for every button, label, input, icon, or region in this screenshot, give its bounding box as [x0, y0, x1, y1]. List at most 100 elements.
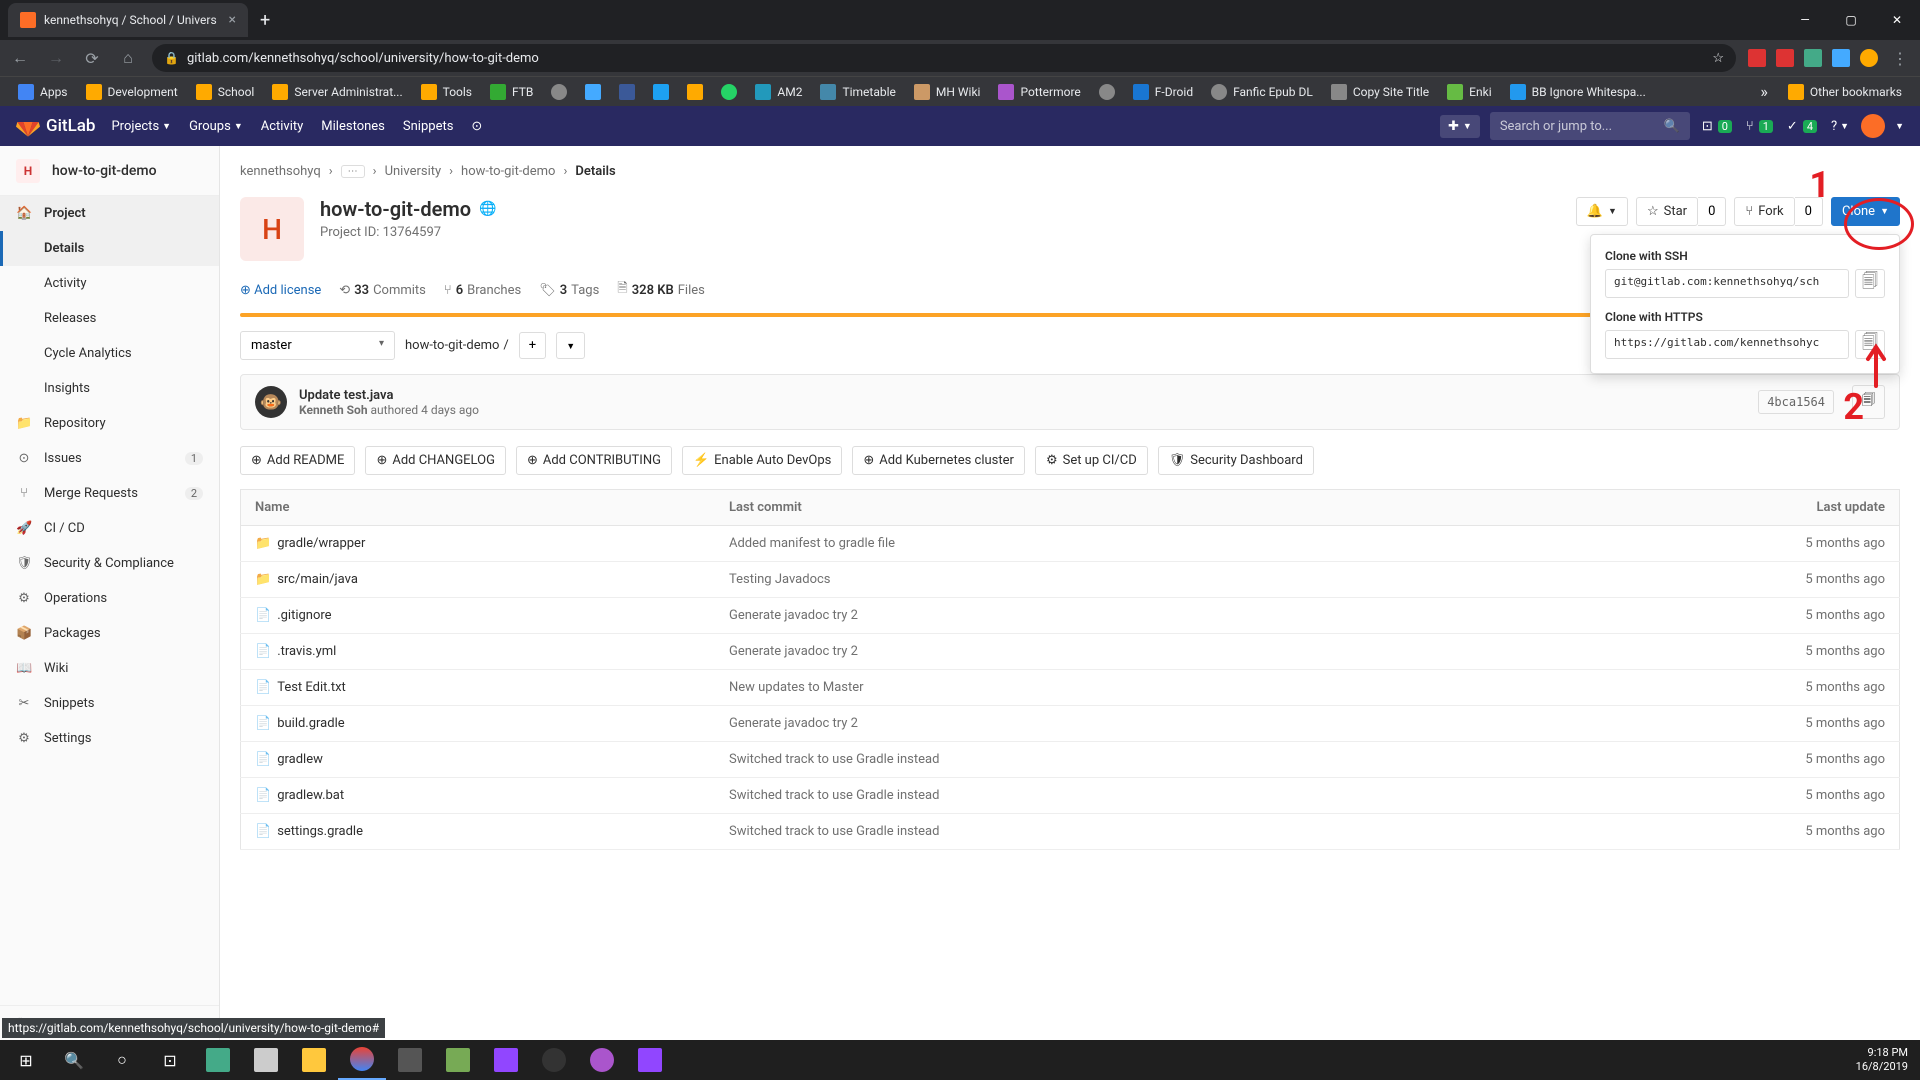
nav-projects[interactable]: Projects▼	[109, 115, 173, 138]
sidebar-item-snippets[interactable]: ✂Snippets	[0, 686, 219, 721]
todos-link[interactable]: ✓4	[1785, 115, 1819, 138]
close-tab-icon[interactable]: ×	[229, 12, 236, 28]
taskbar-app[interactable]	[434, 1040, 482, 1080]
file-row[interactable]: 📄.travis.ymlGenerate javadoc try 25 mont…	[241, 634, 1900, 670]
bookmark[interactable]: Server Administrat...	[264, 80, 410, 104]
search-input[interactable]: Search or jump to... 🔍	[1490, 112, 1690, 140]
quick-action-add-kubernetes-cluster[interactable]: ⊕ Add Kubernetes cluster	[852, 446, 1025, 475]
bookmark[interactable]: Pottermore	[990, 80, 1088, 104]
breadcrumb-item[interactable]: how-to-git-demo	[461, 164, 555, 179]
maximize-button[interactable]: ▢	[1828, 4, 1874, 36]
bookmark[interactable]: FTB	[482, 80, 541, 104]
bookmark[interactable]	[611, 80, 643, 104]
sidebar-item-issues[interactable]: ⊙Issues1	[0, 441, 219, 476]
star-icon[interactable]: ☆	[1712, 51, 1724, 66]
new-dropdown[interactable]: ✚ ▼	[1440, 115, 1480, 138]
extension-icon[interactable]	[1748, 49, 1766, 67]
bookmarks-overflow[interactable]: »	[1750, 82, 1778, 101]
file-row[interactable]: 📁src/main/javaTesting Javadocs5 months a…	[241, 562, 1900, 598]
back-button[interactable]: ←	[8, 48, 32, 68]
branches-stat[interactable]: ⑂ 6 Branches	[444, 283, 521, 298]
sidebar-item-settings[interactable]: ⚙Settings	[0, 721, 219, 756]
menu-icon[interactable]: ⋮	[1888, 49, 1912, 68]
sidebar-item-merge-requests[interactable]: ⑂Merge Requests2	[0, 476, 219, 511]
bookmark[interactable]	[645, 80, 677, 104]
taskbar-app[interactable]	[578, 1040, 626, 1080]
extension-icon[interactable]	[1832, 49, 1850, 67]
taskbar-app[interactable]	[626, 1040, 674, 1080]
sidebar-item-security-compliance[interactable]: 🛡Security & Compliance	[0, 546, 219, 581]
nav-groups[interactable]: Groups▼	[187, 115, 245, 138]
forward-button[interactable]: →	[44, 48, 68, 68]
bookmark-apps[interactable]: Apps	[10, 80, 76, 104]
bookmark[interactable]	[713, 80, 745, 104]
quick-action-add-changelog[interactable]: ⊕ Add CHANGELOG	[365, 446, 506, 475]
home-button[interactable]: ⌂	[116, 48, 140, 68]
sidebar-header[interactable]: H how-to-git-demo	[0, 146, 219, 196]
minimize-button[interactable]: —	[1782, 4, 1828, 36]
file-row[interactable]: 📄gradlewSwitched track to use Gradle ins…	[241, 742, 1900, 778]
taskbar-app[interactable]	[386, 1040, 434, 1080]
bookmark[interactable]	[577, 80, 609, 104]
sidebar-item-insights[interactable]: Insights	[0, 371, 219, 406]
clone-https-input[interactable]: https://gitlab.com/kennethsohyc	[1605, 330, 1849, 359]
file-row[interactable]: 📄Test Edit.txtNew updates to Master5 mon…	[241, 670, 1900, 706]
bookmark[interactable]: BB Ignore Whitespa...	[1502, 80, 1654, 104]
taskbar-app[interactable]	[242, 1040, 290, 1080]
sidebar-item-project[interactable]: 🏠Project	[0, 196, 219, 231]
nav-ci-icon[interactable]: ⊙	[469, 115, 484, 138]
sidebar-item-details[interactable]: Details	[0, 231, 219, 266]
bookmark[interactable]: F-Droid	[1125, 80, 1201, 104]
bookmark[interactable]: Copy Site Title	[1323, 80, 1437, 104]
browser-tab[interactable]: kennethsohyq / School / Univers ×	[8, 3, 248, 37]
sidebar-item-ci-cd[interactable]: 🚀CI / CD	[0, 511, 219, 546]
bookmark[interactable]	[679, 80, 711, 104]
taskbar-chrome-active[interactable]	[338, 1040, 386, 1080]
reload-button[interactable]: ⟳	[80, 49, 104, 68]
bookmark[interactable]	[543, 80, 575, 104]
start-button[interactable]: ⊞	[2, 1040, 50, 1080]
copy-ssh-button[interactable]: 🗐	[1855, 269, 1885, 298]
sidebar-item-operations[interactable]: ⚙Operations	[0, 581, 219, 616]
bookmark[interactable]	[1091, 80, 1123, 104]
nav-activity[interactable]: Activity	[259, 115, 306, 138]
sidebar-item-packages[interactable]: 📦Packages	[0, 616, 219, 651]
add-file-dropdown[interactable]: ▼	[556, 332, 585, 359]
bookmark[interactable]: School	[188, 80, 263, 104]
file-row[interactable]: 📄.gitignoreGenerate javadoc try 25 month…	[241, 598, 1900, 634]
breadcrumb-item[interactable]: kennethsohyq	[240, 164, 321, 179]
search-button[interactable]: 🔍	[50, 1040, 98, 1080]
branch-selector[interactable]: master	[240, 331, 395, 360]
sidebar-item-cycle-analytics[interactable]: Cycle Analytics	[0, 336, 219, 371]
bookmark[interactable]: Tools	[413, 80, 480, 104]
tags-stat[interactable]: 🏷 3 Tags	[539, 283, 599, 298]
commits-stat[interactable]: ⟲ 33 Commits	[339, 283, 426, 298]
fork-button[interactable]: ⑂ Fork	[1734, 197, 1794, 226]
help-dropdown[interactable]: ? ▼	[1829, 115, 1851, 138]
bookmark[interactable]: AM2	[747, 80, 810, 104]
sidebar-item-repository[interactable]: 📁Repository	[0, 406, 219, 441]
taskbar-app[interactable]	[290, 1040, 338, 1080]
sidebar-item-wiki[interactable]: 📖Wiki	[0, 651, 219, 686]
quick-action-set-up-ci-cd[interactable]: ⚙ Set up CI/CD	[1035, 446, 1148, 475]
bookmark[interactable]: MH Wiki	[906, 80, 989, 104]
taskview-button[interactable]: ⊡	[146, 1040, 194, 1080]
file-row[interactable]: 📄gradlew.batSwitched track to use Gradle…	[241, 778, 1900, 814]
sidebar-item-activity[interactable]: Activity	[0, 266, 219, 301]
quick-action-add-contributing[interactable]: ⊕ Add CONTRIBUTING	[516, 446, 672, 475]
other-bookmarks[interactable]: Other bookmarks	[1780, 80, 1910, 104]
close-window-button[interactable]: ✕	[1874, 4, 1920, 36]
add-file-button[interactable]: +	[519, 332, 546, 359]
taskbar-app[interactable]	[530, 1040, 578, 1080]
notification-dropdown[interactable]: 🔔 ▼	[1576, 197, 1628, 226]
bookmark[interactable]: Development	[78, 80, 186, 104]
new-tab-button[interactable]: +	[260, 10, 270, 31]
taskbar-app[interactable]	[194, 1040, 242, 1080]
quick-action-security-dashboard[interactable]: 🛡 Security Dashboard	[1158, 446, 1314, 475]
commit-sha[interactable]: 4bca1564	[1758, 390, 1834, 414]
taskbar-app[interactable]	[482, 1040, 530, 1080]
taskbar-clock[interactable]: 9:18 PM 16/8/2019	[1856, 1046, 1918, 1075]
user-avatar[interactable]	[1861, 114, 1885, 138]
sidebar-item-releases[interactable]: Releases	[0, 301, 219, 336]
breadcrumb-item[interactable]: University	[385, 164, 442, 179]
